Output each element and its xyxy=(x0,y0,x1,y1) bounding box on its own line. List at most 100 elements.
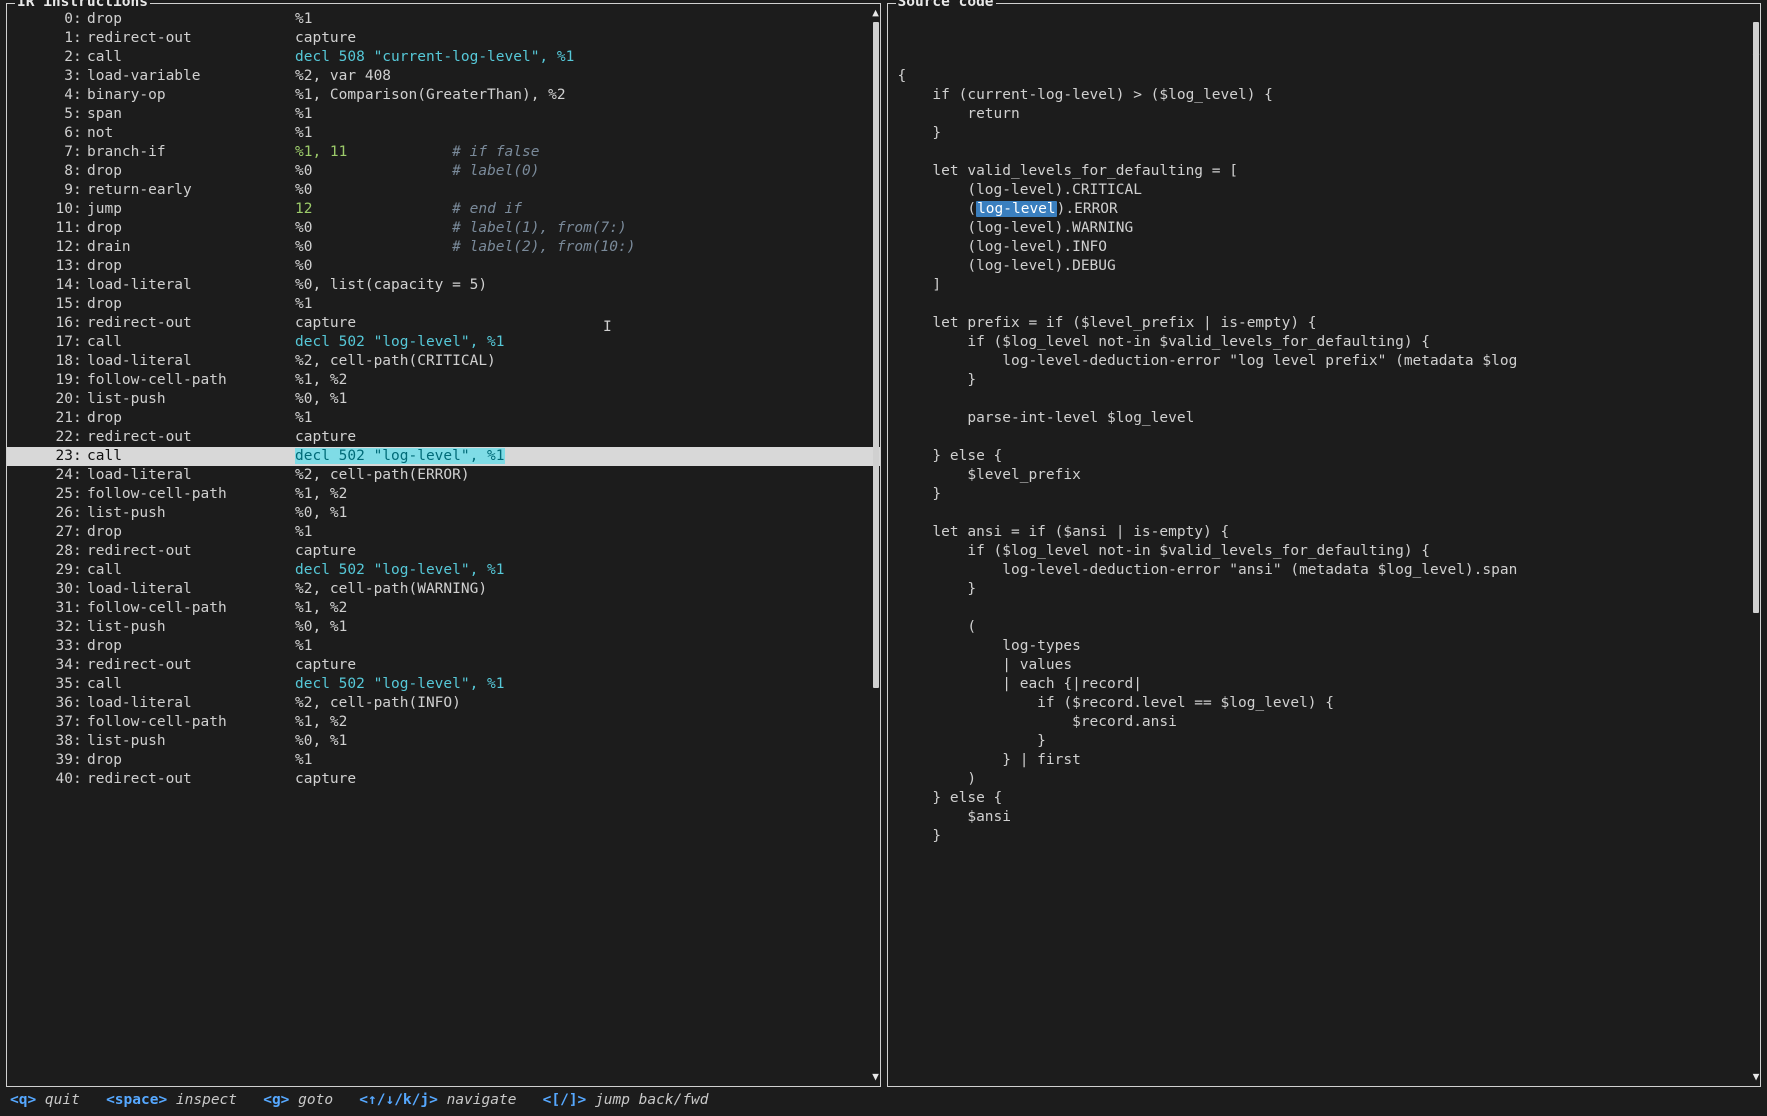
source-line[interactable]: } xyxy=(898,732,1753,751)
ir-row[interactable]: 34: redirect-outcapture xyxy=(7,656,880,675)
ir-row[interactable]: 24: load-literal%2, cell-path(ERROR) xyxy=(7,466,880,485)
source-line[interactable]: if ($record.level == $log_level) { xyxy=(898,694,1753,713)
ir-row[interactable]: 29: calldecl 502 "log-level", %1 xyxy=(7,561,880,580)
source-line[interactable]: parse-int-level $log_level xyxy=(898,409,1753,428)
ir-row[interactable]: 33: drop%1 xyxy=(7,637,880,656)
footer-hints: <q> quit <space> inspect <g> goto <↑/↓/k… xyxy=(0,1087,1767,1116)
ir-args: capture xyxy=(295,656,868,675)
source-line[interactable]: } xyxy=(898,485,1753,504)
source-line[interactable]: $record.ansi xyxy=(898,713,1753,732)
source-line[interactable]: log-level-deduction-error "ansi" (metada… xyxy=(898,561,1753,580)
ir-line-number: 19 xyxy=(19,371,73,390)
ir-mnemonic: redirect-out xyxy=(87,314,295,333)
ir-row[interactable]: 15: drop%1 xyxy=(7,295,880,314)
ir-row[interactable]: 36: load-literal%2, cell-path(INFO) xyxy=(7,694,880,713)
source-line[interactable]: let valid_levels_for_defaulting = [ xyxy=(898,162,1753,181)
source-line[interactable]: if ($log_level not-in $valid_levels_for_… xyxy=(898,542,1753,561)
source-line[interactable] xyxy=(898,504,1753,523)
source-line[interactable]: ] xyxy=(898,276,1753,295)
source-line[interactable]: } | first xyxy=(898,751,1753,770)
source-line[interactable]: if (current-log-level) > ($log_level) { xyxy=(898,86,1753,105)
ir-row[interactable]: 16: redirect-outcapture xyxy=(7,314,880,333)
ir-row[interactable]: 19: follow-cell-path%1, %2 xyxy=(7,371,880,390)
source-line[interactable]: (log-level).CRITICAL xyxy=(898,181,1753,200)
ir-row[interactable]: 35: calldecl 502 "log-level", %1 xyxy=(7,675,880,694)
ir-args: decl 502 "log-level", %1 xyxy=(295,447,868,466)
ir-row[interactable]: 10: jump12 # end if xyxy=(7,200,880,219)
source-line[interactable]: (log-level).DEBUG xyxy=(898,257,1753,276)
source-line[interactable]: let ansi = if ($ansi | is-empty) { xyxy=(898,523,1753,542)
source-line[interactable]: | values xyxy=(898,656,1753,675)
ir-args: %1 xyxy=(295,295,868,314)
ir-row[interactable]: 18: load-literal%2, cell-path(CRITICAL) xyxy=(7,352,880,371)
ir-args: %1, %2 xyxy=(295,485,868,504)
source-line[interactable]: $level_prefix xyxy=(898,466,1753,485)
source-line[interactable]: } xyxy=(898,124,1753,143)
source-line[interactable] xyxy=(898,143,1753,162)
ir-row[interactable]: 28: redirect-outcapture xyxy=(7,542,880,561)
ir-row[interactable]: 30: load-literal%2, cell-path(WARNING) xyxy=(7,580,880,599)
source-line[interactable]: (log-level).ERROR xyxy=(898,200,1753,219)
source-line[interactable]: } else { xyxy=(898,447,1753,466)
source-line[interactable]: | each {|record| xyxy=(898,675,1753,694)
source-line[interactable]: } xyxy=(898,371,1753,390)
src-scrollbar-thumb[interactable] xyxy=(1753,22,1759,613)
scroll-up-icon[interactable]: ▲ xyxy=(872,8,880,18)
ir-row[interactable]: 2: calldecl 508 "current-log-level", %1 xyxy=(7,48,880,67)
ir-row[interactable]: 38: list-push%0, %1 xyxy=(7,732,880,751)
source-line[interactable]: (log-level).WARNING xyxy=(898,219,1753,238)
ir-row[interactable]: 11: drop%0 # label(1), from(7:) xyxy=(7,219,880,238)
ir-row[interactable]: 1: redirect-outcapture xyxy=(7,29,880,48)
ir-row[interactable]: 8: drop%0 # label(0) xyxy=(7,162,880,181)
ir-line-number: 24 xyxy=(19,466,73,485)
ir-panel-body[interactable]: 0: drop%11: redirect-outcapture2: callde… xyxy=(7,4,880,1086)
ir-row[interactable]: 23: calldecl 502 "log-level", %1 xyxy=(7,447,880,466)
ir-row[interactable]: 4: binary-op%1, Comparison(GreaterThan),… xyxy=(7,86,880,105)
source-panel-body[interactable]: { if (current-log-level) > ($log_level) … xyxy=(888,4,1761,1086)
ir-row[interactable]: 7: branch-if%1, 11 # if false xyxy=(7,143,880,162)
source-line[interactable]: ) xyxy=(898,770,1753,789)
source-line[interactable]: { xyxy=(898,67,1753,86)
ir-row[interactable]: 13: drop%0 xyxy=(7,257,880,276)
ir-row[interactable]: 25: follow-cell-path%1, %2 xyxy=(7,485,880,504)
ir-row[interactable]: 31: follow-cell-path%1, %2 xyxy=(7,599,880,618)
ir-row[interactable]: 40: redirect-outcapture xyxy=(7,770,880,789)
ir-line-number: 3 xyxy=(19,67,73,86)
ir-row[interactable]: 17: calldecl 502 "log-level", %1 xyxy=(7,333,880,352)
ir-scrollbar[interactable]: ▲ ▼ xyxy=(872,8,880,1082)
ir-row[interactable]: 39: drop%1 xyxy=(7,751,880,770)
source-line[interactable] xyxy=(898,428,1753,447)
source-line[interactable]: log-level-deduction-error "log level pre… xyxy=(898,352,1753,371)
ir-row[interactable]: 20: list-push%0, %1 xyxy=(7,390,880,409)
ir-row[interactable]: 14: load-literal%0, list(capacity = 5) xyxy=(7,276,880,295)
source-line[interactable] xyxy=(898,390,1753,409)
ir-row[interactable]: 22: redirect-outcapture xyxy=(7,428,880,447)
source-line[interactable]: let prefix = if ($level_prefix | is-empt… xyxy=(898,314,1753,333)
source-line[interactable] xyxy=(898,599,1753,618)
ir-row[interactable]: 27: drop%1 xyxy=(7,523,880,542)
source-line[interactable]: } xyxy=(898,580,1753,599)
ir-row[interactable]: 21: drop%1 xyxy=(7,409,880,428)
ir-row[interactable]: 0: drop%1 xyxy=(7,10,880,29)
ir-row[interactable]: 3: load-variable%2, var 408 xyxy=(7,67,880,86)
source-line[interactable]: log-types xyxy=(898,637,1753,656)
ir-row[interactable]: 5: span%1 xyxy=(7,105,880,124)
ir-row[interactable]: 12: drain%0 # label(2), from(10:) xyxy=(7,238,880,257)
source-line[interactable]: return xyxy=(898,105,1753,124)
source-line[interactable]: } else { xyxy=(898,789,1753,808)
ir-row[interactable]: 37: follow-cell-path%1, %2 xyxy=(7,713,880,732)
ir-row[interactable]: 26: list-push%0, %1 xyxy=(7,504,880,523)
source-line[interactable]: if ($log_level not-in $valid_levels_for_… xyxy=(898,333,1753,352)
source-line[interactable]: ( xyxy=(898,618,1753,637)
ir-row[interactable]: 32: list-push%0, %1 xyxy=(7,618,880,637)
source-line[interactable]: $ansi xyxy=(898,808,1753,827)
scroll-down-icon[interactable]: ▼ xyxy=(872,1072,880,1082)
scroll-down-icon[interactable]: ▼ xyxy=(1752,1072,1760,1082)
ir-row[interactable]: 9: return-early%0 xyxy=(7,181,880,200)
source-line[interactable]: } xyxy=(898,827,1753,846)
ir-row[interactable]: 6: not%1 xyxy=(7,124,880,143)
ir-scrollbar-thumb[interactable] xyxy=(873,22,879,688)
source-line[interactable] xyxy=(898,295,1753,314)
src-scrollbar[interactable]: ▲ ▼ xyxy=(1752,8,1760,1082)
source-line[interactable]: (log-level).INFO xyxy=(898,238,1753,257)
